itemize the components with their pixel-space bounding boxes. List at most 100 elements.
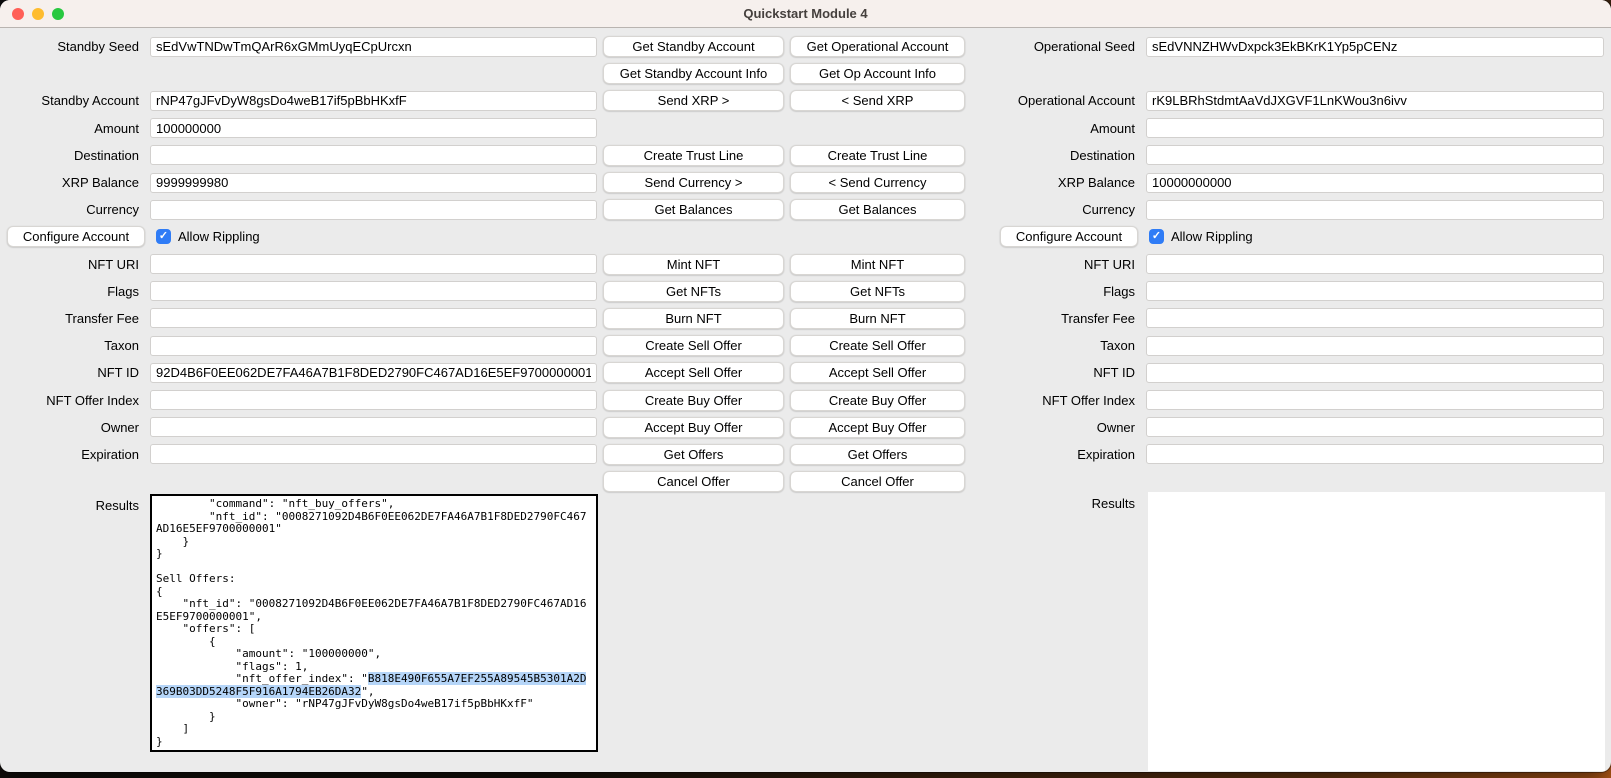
operational-results-box[interactable] xyxy=(1148,492,1605,771)
row-configure: Configure Account✓Allow Rippling xyxy=(0,223,598,250)
row-field: Currency xyxy=(973,196,1605,223)
create-buy-offer-operational-button[interactable]: Create Buy Offer xyxy=(790,390,965,411)
accept-buy-offer-operational-button[interactable]: Accept Buy Offer xyxy=(790,417,965,438)
title-bar[interactable]: Quickstart Module 4 xyxy=(0,0,1611,28)
action-buttons-panel: Get Standby Account Get Operational Accou… xyxy=(603,29,965,495)
checkmark-icon: ✓ xyxy=(156,229,171,244)
create-trust-line-standby-button[interactable]: Create Trust Line xyxy=(603,145,784,166)
get-nfts-standby-button[interactable]: Get NFTs xyxy=(603,281,784,302)
xrp-balance-operational-input[interactable] xyxy=(1146,173,1604,193)
transfer-fee-standby-input[interactable] xyxy=(150,308,597,328)
currency-standby-input[interactable] xyxy=(150,200,597,220)
create-sell-offer-operational-button[interactable]: Create Sell Offer xyxy=(790,335,965,356)
expiration-operational-input[interactable] xyxy=(1146,444,1604,464)
burn-nft-standby-button[interactable]: Burn NFT xyxy=(603,308,784,329)
nft-id-label: NFT ID xyxy=(973,365,1141,380)
transfer-fee-operational-input[interactable] xyxy=(1146,308,1604,328)
allow-rippling-operational-checkbox[interactable]: ✓ xyxy=(1149,229,1164,244)
send-currency-standby-button[interactable]: Send Currency > xyxy=(603,172,784,193)
operational-account-operational-input[interactable] xyxy=(1146,91,1604,111)
send-currency-operational-button[interactable]: < Send Currency xyxy=(790,172,965,193)
accept-sell-offer-standby-button[interactable]: Accept Sell Offer xyxy=(603,362,784,383)
button-row: Get Standby Account Info Get Op Account I… xyxy=(603,60,965,87)
xrp-balance-label: XRP Balance xyxy=(973,175,1141,190)
cancel-offer-standby-button[interactable]: Cancel Offer xyxy=(603,471,784,492)
nft-id-standby-input[interactable] xyxy=(150,363,597,383)
button-row: Mint NFT Mint NFT xyxy=(603,251,965,278)
accept-buy-offer-standby-button[interactable]: Accept Buy Offer xyxy=(603,417,784,438)
button-row: Cancel Offer Cancel Offer xyxy=(603,468,965,495)
amount-standby-input[interactable] xyxy=(150,118,597,138)
get-standby-account-info-standby-button[interactable]: Get Standby Account Info xyxy=(603,63,784,84)
row-spacer xyxy=(973,60,1605,87)
row-field: Flags xyxy=(973,278,1605,305)
flags-standby-input[interactable] xyxy=(150,281,597,301)
mint-nft-standby-button[interactable]: Mint NFT xyxy=(603,254,784,275)
create-trust-line-operational-button[interactable]: Create Trust Line xyxy=(790,145,965,166)
transfer-fee-label: Transfer Fee xyxy=(973,311,1141,326)
taxon-standby-input[interactable] xyxy=(150,336,597,356)
row-spacer xyxy=(0,60,598,87)
destination-operational-input[interactable] xyxy=(1146,145,1604,165)
standby-seed-label: Standby Seed xyxy=(0,39,145,54)
row-field: Taxon xyxy=(973,332,1605,359)
configure-account-standby-button[interactable]: Configure Account xyxy=(7,226,145,247)
standby-account-standby-input[interactable] xyxy=(150,91,597,111)
get-balances-standby-button[interactable]: Get Balances xyxy=(603,199,784,220)
row-field: Transfer Fee xyxy=(0,305,598,332)
nft-offer-index-operational-input[interactable] xyxy=(1146,390,1604,410)
create-sell-offer-standby-button[interactable]: Create Sell Offer xyxy=(603,335,784,356)
standby-results-box[interactable]: "command": "nft_buy_offers", "nft_id": "… xyxy=(150,494,598,752)
operational-results-row: Results xyxy=(973,492,1605,771)
results-text: "command": "nft_buy_offers", "nft_id": "… xyxy=(156,497,586,685)
send-xrp-standby-button[interactable]: Send XRP > xyxy=(603,90,784,111)
create-buy-offer-standby-button[interactable]: Create Buy Offer xyxy=(603,390,784,411)
destination-standby-input[interactable] xyxy=(150,145,597,165)
transfer-fee-label: Transfer Fee xyxy=(0,311,145,326)
row-field: Standby Seed xyxy=(0,33,598,60)
button-row: Get Balances Get Balances xyxy=(603,196,965,223)
flags-operational-input[interactable] xyxy=(1146,281,1604,301)
get-standby-account-standby-button[interactable]: Get Standby Account xyxy=(603,36,784,57)
amount-label: Amount xyxy=(0,121,145,136)
taxon-operational-input[interactable] xyxy=(1146,336,1604,356)
nft-id-operational-input[interactable] xyxy=(1146,363,1604,383)
flags-label: Flags xyxy=(973,284,1141,299)
allow-rippling-label: Allow Rippling xyxy=(1171,229,1253,244)
owner-operational-input[interactable] xyxy=(1146,417,1604,437)
cancel-offer-operational-button[interactable]: Cancel Offer xyxy=(790,471,965,492)
get-op-account-info-operational-button[interactable]: Get Op Account Info xyxy=(790,63,965,84)
standby-results-row: Results "command": "nft_buy_offers", "nf… xyxy=(0,494,598,752)
owner-standby-input[interactable] xyxy=(150,417,597,437)
get-nfts-operational-button[interactable]: Get NFTs xyxy=(790,281,965,302)
button-row: Get Standby Account Get Operational Accou… xyxy=(603,33,965,60)
row-configure: Configure Account ✓ Allow Rippling xyxy=(973,223,1605,250)
amount-label: Amount xyxy=(973,121,1141,136)
send-xrp-operational-button[interactable]: < Send XRP xyxy=(790,90,965,111)
row-field: Operational Seed xyxy=(973,33,1605,60)
standby-seed-standby-input[interactable] xyxy=(150,37,597,57)
row-field: Owner xyxy=(973,414,1605,441)
burn-nft-operational-button[interactable]: Burn NFT xyxy=(790,308,965,329)
get-operational-account-operational-button[interactable]: Get Operational Account xyxy=(790,36,965,57)
allow-rippling-standby-checkbox[interactable]: ✓ xyxy=(156,229,171,244)
owner-label: Owner xyxy=(973,420,1141,435)
get-balances-operational-button[interactable]: Get Balances xyxy=(790,199,965,220)
operational-seed-operational-input[interactable] xyxy=(1146,37,1604,57)
button-row: Accept Buy Offer Accept Buy Offer xyxy=(603,414,965,441)
configure-account-operational-button[interactable]: Configure Account xyxy=(1000,226,1138,247)
nft-offer-index-label: NFT Offer Index xyxy=(0,393,145,408)
get-offers-operational-button[interactable]: Get Offers xyxy=(790,444,965,465)
row-field: NFT Offer Index xyxy=(0,386,598,413)
get-offers-standby-button[interactable]: Get Offers xyxy=(603,444,784,465)
mint-nft-operational-button[interactable]: Mint NFT xyxy=(790,254,965,275)
nft-uri-standby-input[interactable] xyxy=(150,254,597,274)
row-field: Expiration xyxy=(0,441,598,468)
amount-operational-input[interactable] xyxy=(1146,118,1604,138)
xrp-balance-standby-input[interactable] xyxy=(150,173,597,193)
expiration-standby-input[interactable] xyxy=(150,444,597,464)
nft-offer-index-standby-input[interactable] xyxy=(150,390,597,410)
nft-uri-operational-input[interactable] xyxy=(1146,254,1604,274)
currency-operational-input[interactable] xyxy=(1146,200,1604,220)
accept-sell-offer-operational-button[interactable]: Accept Sell Offer xyxy=(790,362,965,383)
